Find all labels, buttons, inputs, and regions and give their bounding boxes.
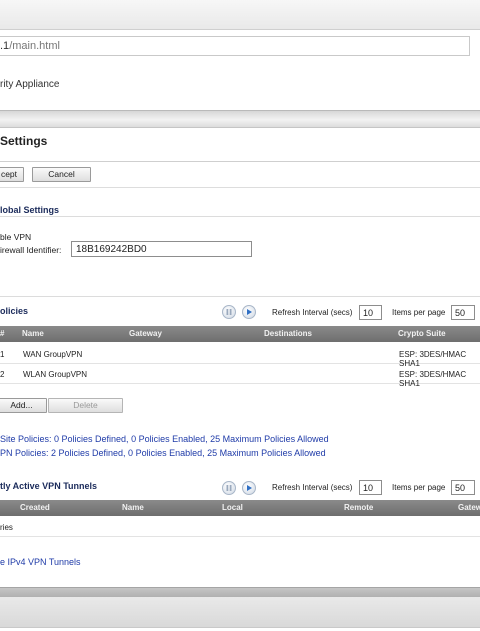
no-entries-text: ries: [0, 523, 13, 532]
nav-band: [0, 110, 480, 128]
play-icon: [247, 309, 252, 315]
policies-items-input[interactable]: [451, 305, 475, 320]
browser-top-bar: [0, 0, 480, 30]
play-button[interactable]: [242, 305, 256, 319]
table-row[interactable]: 2 WLAN GroupVPN ESP: 3DES/HMAC SHA1: [0, 364, 480, 388]
group-vpn-policies-summary: PN Policies: 2 Policies Defined, 0 Polic…: [0, 448, 326, 458]
global-settings-divider: [0, 216, 480, 217]
pause-icon: [226, 485, 232, 491]
active-tunnels-heading: tly Active VPN Tunnels: [0, 481, 98, 491]
col-gateway: Gateway: [129, 329, 162, 338]
pause-icon: [226, 309, 232, 315]
cancel-button[interactable]: Cancel: [32, 167, 91, 182]
title-divider: [0, 161, 480, 162]
global-settings-end-divider: [0, 296, 480, 297]
delete-policy-button[interactable]: Delete: [48, 398, 123, 413]
play-icon: [247, 485, 252, 491]
col-name: Name: [22, 329, 44, 338]
col-number: #: [0, 329, 5, 338]
pause-button[interactable]: [222, 305, 236, 319]
row-number: 2: [0, 370, 5, 379]
tunnels-items-label: Items per page: [392, 483, 446, 492]
global-settings-heading: lobal Settings: [0, 205, 60, 215]
appliance-title: rity Appliance: [0, 79, 60, 90]
footer-status-area: [0, 597, 480, 627]
toolbar-divider: [0, 187, 480, 188]
firewall-identifier-label: irewall Identifier:: [0, 245, 62, 255]
tunnels-items-input[interactable]: [451, 480, 475, 495]
enable-vpn-label: ble VPN: [0, 232, 32, 242]
policies-refresh-label: Refresh Interval (secs): [272, 308, 353, 317]
policies-refresh-input[interactable]: [359, 305, 382, 320]
col-remote: Remote: [344, 503, 374, 512]
col-name: Name: [122, 503, 144, 512]
accept-button[interactable]: cept: [0, 167, 24, 182]
col-created: Created: [20, 503, 50, 512]
tunnels-empty-row: ries: [0, 517, 480, 537]
address-bar[interactable]: .1/main.html: [0, 36, 470, 56]
add-policy-button[interactable]: Add...: [0, 398, 47, 413]
tunnels-pause-button[interactable]: [222, 481, 236, 495]
col-gateway: Gatew: [458, 503, 480, 512]
policies-table-header: # Name Gateway Destinations Crypto Suite: [0, 326, 480, 342]
tunnels-table-header: Created Name Local Remote Gatew: [0, 500, 480, 516]
col-crypto-suite: Crypto Suite: [398, 329, 446, 338]
col-local: Local: [222, 503, 243, 512]
row-name: WLAN GroupVPN: [23, 370, 88, 379]
page-title: Settings: [0, 134, 48, 148]
tunnels-play-button[interactable]: [242, 481, 256, 495]
footer-band: [0, 587, 480, 597]
row-crypto: ESP: 3DES/HMAC SHA1: [399, 370, 467, 388]
tunnels-refresh-label: Refresh Interval (secs): [272, 483, 353, 492]
tunnels-refresh-input[interactable]: [359, 480, 382, 495]
row-name: WAN GroupVPN: [23, 350, 83, 359]
ipv4-tunnels-link[interactable]: e IPv4 VPN Tunnels: [0, 557, 81, 567]
policies-heading: olicies: [0, 306, 29, 316]
address-host: .1: [0, 40, 10, 52]
firewall-identifier-input[interactable]: [71, 241, 252, 257]
col-destinations: Destinations: [264, 329, 313, 338]
site-policies-summary: Site Policies: 0 Policies Defined, 0 Pol…: [0, 434, 329, 444]
policies-items-label: Items per page: [392, 308, 446, 317]
table-row[interactable]: 1 WAN GroupVPN ESP: 3DES/HMAC SHA1: [0, 344, 480, 368]
address-path: /main.html: [9, 40, 60, 52]
footer-divider: [0, 627, 480, 631]
row-number: 1: [0, 350, 5, 359]
